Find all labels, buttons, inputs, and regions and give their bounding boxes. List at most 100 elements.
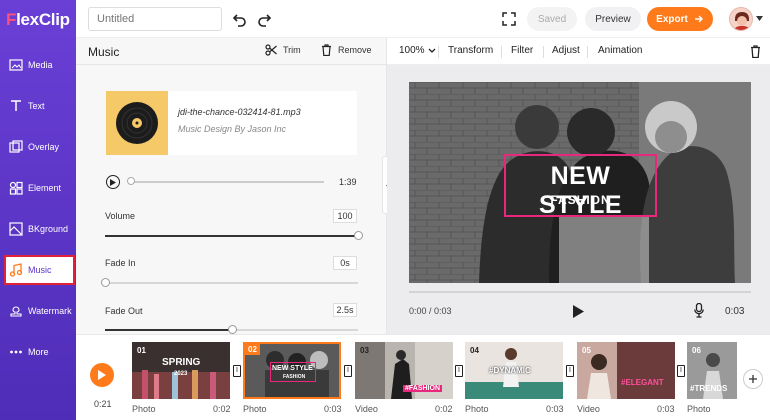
project-title-input[interactable]	[88, 7, 222, 31]
track-name: jdi-the-chance-032414-81.mp3	[178, 107, 301, 117]
sidebar-item-label: More	[28, 347, 49, 357]
clip-number: 01	[137, 346, 146, 355]
zoom-dropdown[interactable]: 100%	[399, 45, 436, 56]
animation-button[interactable]: Animation	[598, 45, 642, 56]
undo-icon[interactable]	[231, 10, 249, 28]
preview-stage: NEW STYLE FASHION 0:00 / 0:03 0:03	[387, 65, 770, 334]
element-icon	[9, 181, 23, 195]
chevron-down-icon	[428, 48, 436, 53]
clip-title: #FASHION	[403, 385, 443, 392]
preview-button[interactable]: Preview	[585, 7, 641, 31]
clip-title: #DYNAMIC	[489, 366, 531, 375]
sidebar-item-label: Element	[28, 183, 62, 193]
fullscreen-icon[interactable]	[500, 10, 518, 28]
transition-button[interactable]: I	[233, 365, 241, 377]
timeline-clip[interactable]: 04 #DYNAMIC	[465, 342, 563, 399]
sidebar-item-overlay[interactable]: Overlay	[0, 131, 76, 163]
fade-in-slider[interactable]	[101, 278, 358, 287]
overlay-headline[interactable]: NEW STYLE	[506, 162, 655, 220]
volume-slider-fill	[105, 235, 358, 237]
transition-button[interactable]: I	[344, 365, 352, 377]
delete-icon[interactable]	[750, 45, 761, 58]
transition-button[interactable]: I	[455, 365, 463, 377]
vinyl-record-icon	[106, 91, 168, 155]
fade-out-value[interactable]: 2.5s	[333, 303, 357, 317]
seek-handle[interactable]	[127, 177, 135, 185]
transform-button[interactable]: Transform	[448, 45, 493, 56]
more-icon	[9, 345, 23, 359]
user-avatar[interactable]	[729, 7, 753, 31]
clip-number: 06	[692, 346, 701, 355]
sidebar: FlexClip Media Text Overlay Element BKgr…	[0, 0, 76, 420]
clip-subtitle: FASHION	[283, 374, 306, 380]
fade-out-slider[interactable]	[105, 325, 358, 334]
sidebar-item-background[interactable]: BKground	[0, 213, 76, 245]
volume-slider[interactable]	[105, 231, 363, 240]
trash-icon	[322, 44, 331, 56]
clip-title: SPRING	[162, 357, 201, 368]
timeline-clip[interactable]: 05 #ELEGANT	[577, 342, 675, 399]
adjust-button[interactable]: Adjust	[552, 45, 580, 56]
volume-label: Volume	[105, 211, 136, 221]
timeline-clip[interactable]: 03 #FASHION	[355, 342, 453, 399]
audio-player: 1:39	[106, 175, 358, 191]
divider	[587, 46, 588, 58]
volume-value[interactable]: 100	[333, 209, 357, 223]
filter-button[interactable]: Filter	[511, 45, 533, 56]
background-icon	[9, 222, 23, 236]
clip-type: Photo	[687, 404, 711, 414]
export-button[interactable]: Export	[647, 7, 713, 31]
timeline-play-button[interactable]	[90, 363, 114, 387]
timeline-clip-selected[interactable]: 02 NEW STYLE FASHION	[243, 342, 341, 399]
sidebar-item-element[interactable]: Element	[0, 172, 76, 204]
add-clip-button[interactable]	[743, 369, 763, 389]
play-icon[interactable]	[573, 305, 584, 318]
fade-out-slider-handle[interactable]	[227, 325, 237, 334]
plus-icon	[749, 375, 757, 383]
redo-icon[interactable]	[255, 10, 273, 28]
audio-duration: 1:39	[339, 177, 357, 187]
playback-progress-bar[interactable]	[409, 291, 751, 293]
timeline-clip[interactable]: 01 SPRING 2023	[132, 342, 230, 399]
volume-slider-handle[interactable]	[354, 231, 363, 240]
clip-type: Photo	[465, 404, 489, 414]
text-icon	[9, 99, 23, 113]
clip-title: #ELEGANT	[621, 378, 664, 387]
play-button[interactable]	[106, 175, 120, 189]
clip-duration: 0:03	[657, 404, 675, 414]
sidebar-item-watermark[interactable]: Watermark	[0, 295, 76, 327]
remove-button[interactable]: Remove	[321, 44, 372, 56]
fade-in-value[interactable]: 0s	[333, 256, 357, 270]
music-track-card[interactable]: jdi-the-chance-032414-81.mp3 Music Desig…	[106, 91, 357, 155]
video-canvas[interactable]: NEW STYLE FASHION	[409, 82, 751, 283]
clip-title: NEW STYLE	[272, 365, 313, 372]
transition-button[interactable]: I	[566, 365, 574, 377]
saved-button: Saved	[527, 7, 577, 31]
trim-button[interactable]: Trim	[265, 44, 301, 56]
chevron-down-icon[interactable]	[756, 16, 763, 21]
editor-toolbar: 100% Transform Filter Adjust Animation	[387, 38, 770, 65]
timeline-clip[interactable]: 06 #TRENDS	[687, 342, 737, 399]
top-bar: Saved Preview Export	[76, 0, 770, 38]
clip-number: 04	[470, 346, 479, 355]
overlay-subline[interactable]: FASHION	[506, 193, 655, 207]
audio-seek-bar[interactable]	[128, 181, 324, 183]
panel-header: Music Trim Remove	[76, 38, 386, 65]
clip-subtitle: 2023	[174, 371, 188, 377]
media-icon	[9, 58, 23, 72]
track-author: Music Design By Jason Inc	[178, 124, 287, 134]
fade-in-label: Fade In	[105, 258, 136, 268]
sidebar-item-media[interactable]: Media	[0, 49, 76, 81]
sidebar-item-music[interactable]: Music	[4, 255, 75, 285]
sidebar-item-text[interactable]: Text	[0, 90, 76, 122]
sidebar-item-label: Text	[28, 101, 45, 111]
transition-button[interactable]: I	[677, 365, 685, 377]
clip-duration: 0:02	[435, 404, 453, 414]
fade-in-slider-handle[interactable]	[101, 278, 110, 287]
flexclip-logo[interactable]: FlexClip	[6, 10, 70, 30]
microphone-icon[interactable]	[694, 303, 704, 318]
sidebar-item-more[interactable]: More	[0, 336, 76, 368]
text-overlay-frame[interactable]: NEW STYLE FASHION	[504, 154, 657, 220]
clip-duration: 0:03	[324, 404, 342, 414]
current-time: 0:00 / 0:03	[409, 306, 452, 316]
